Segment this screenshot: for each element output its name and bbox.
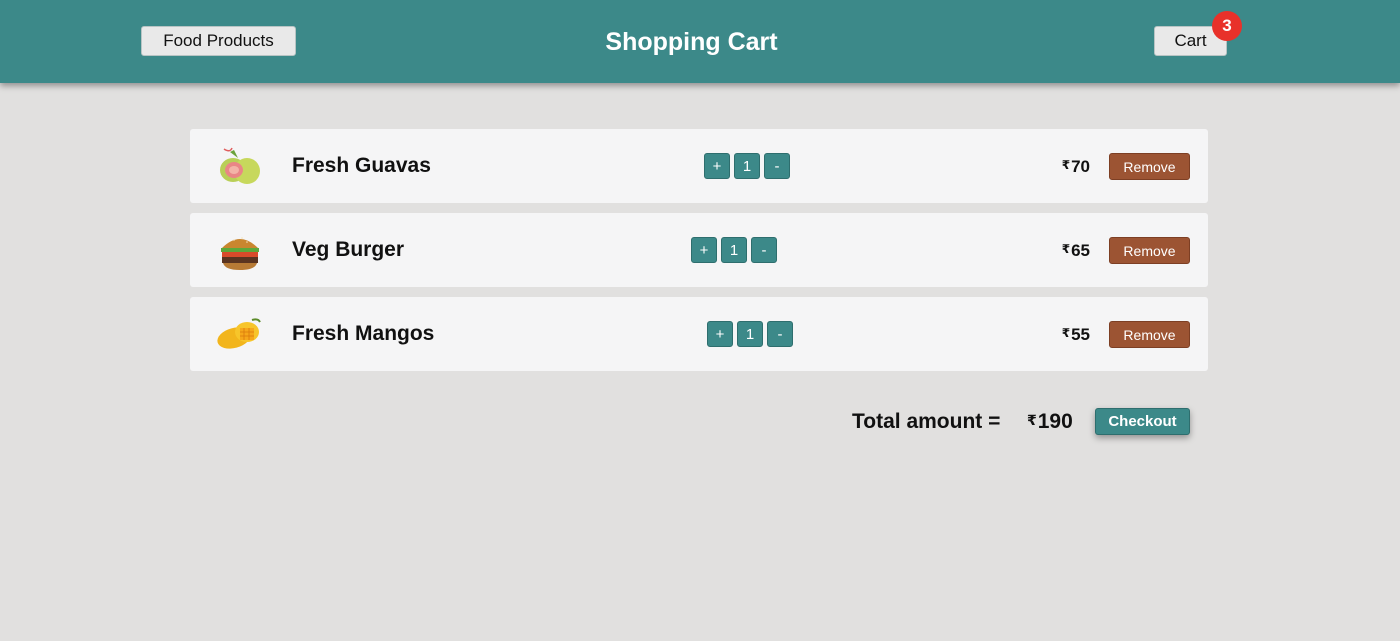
total-amount-label: Total amount = <box>852 410 1001 433</box>
remove-button[interactable]: Remove <box>1109 153 1190 180</box>
total-value: 190 <box>1037 410 1073 433</box>
cart-item: Fresh Mangos + 1 - ₹55 Remove <box>190 297 1208 371</box>
remove-button[interactable]: Remove <box>1109 237 1190 264</box>
price-value: 55 <box>1071 325 1090 344</box>
item-price: ₹65 <box>1062 241 1090 261</box>
rupee-symbol: ₹ <box>1027 412 1037 428</box>
rupee-symbol: ₹ <box>1061 242 1071 256</box>
remove-button[interactable]: Remove <box>1109 321 1190 348</box>
burger-image <box>221 237 259 270</box>
checkout-button[interactable]: Checkout <box>1095 408 1190 435</box>
cart-count-badge: 3 <box>1212 11 1242 41</box>
increase-quantity-button[interactable]: + <box>704 153 730 179</box>
item-name: Veg Burger <box>292 238 405 261</box>
rupee-symbol: ₹ <box>1061 326 1071 340</box>
total-amount-value: ₹190 <box>1027 410 1073 434</box>
increase-quantity-button[interactable]: + <box>707 321 733 347</box>
rupee-symbol: ₹ <box>1061 158 1071 172</box>
increase-quantity-button[interactable]: + <box>691 237 717 263</box>
item-price: ₹55 <box>1062 325 1090 345</box>
quantity-display: 1 <box>734 153 760 179</box>
cart-item: Fresh Guavas + 1 - ₹70 Remove <box>190 129 1208 203</box>
cart-item: Veg Burger + 1 - ₹65 Remove <box>190 213 1208 287</box>
price-value: 70 <box>1071 157 1090 176</box>
mango-image <box>217 318 261 349</box>
price-value: 65 <box>1071 241 1090 260</box>
decrease-quantity-button[interactable]: - <box>767 321 793 347</box>
quantity-display: 1 <box>721 237 747 263</box>
app-header: Food Products Shopping Cart Cart 3 <box>0 0 1400 83</box>
item-name: Fresh Guavas <box>292 154 431 177</box>
decrease-quantity-button[interactable]: - <box>751 237 777 263</box>
item-name: Fresh Mangos <box>292 322 435 345</box>
item-price: ₹70 <box>1062 157 1090 177</box>
guava-image <box>220 147 260 184</box>
decrease-quantity-button[interactable]: - <box>764 153 790 179</box>
quantity-display: 1 <box>737 321 763 347</box>
